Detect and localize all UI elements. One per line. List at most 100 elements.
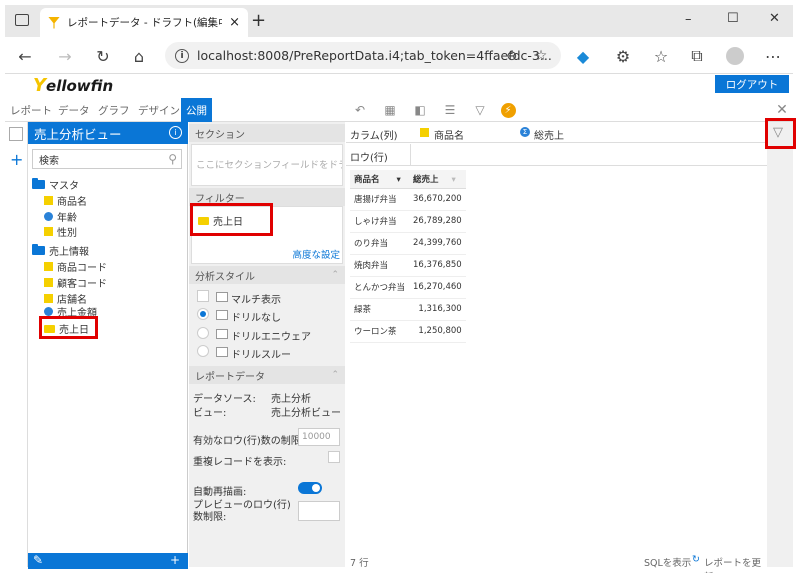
show-duplicates-checkbox[interactable] (328, 451, 340, 463)
cell-product: ウーロン茶 (350, 320, 410, 343)
add-icon[interactable]: + (10, 150, 23, 169)
drill-through-radio[interactable] (197, 345, 209, 357)
row-label: ロウ(行) (350, 153, 388, 164)
tab-publish[interactable]: 公開 (181, 98, 212, 122)
auto-refresh-label: 自動再描画: (193, 487, 247, 498)
column-field-total-sales[interactable]: 総売上 (534, 127, 564, 142)
filter-icon[interactable]: ▽ (471, 101, 489, 119)
field-item[interactable]: 商品コード (44, 259, 107, 274)
tab-graph[interactable]: グラフ (93, 98, 135, 122)
column-field-product[interactable]: 商品名 (434, 127, 464, 142)
cell-product: 緑茶 (350, 298, 410, 321)
minimize-button[interactable]: – (685, 12, 692, 27)
no-drill-radio[interactable] (197, 308, 209, 320)
back-icon[interactable]: ← (13, 44, 37, 68)
folder-master[interactable]: マスタ (32, 177, 79, 192)
multi-view-label: マルチ表示 (231, 295, 281, 306)
auto-refresh-toggle[interactable] (298, 482, 322, 494)
field-item[interactable]: 性別 (44, 224, 77, 239)
section-drop-zone[interactable]: ここにセクションフィールドをドラッグ (191, 144, 343, 186)
logo-text: ellowfin (46, 77, 114, 95)
favorites-icon[interactable]: ☆ (649, 44, 673, 68)
refresh-icon[interactable]: ↻ (692, 554, 700, 565)
collapse-icon[interactable]: ⌃ (331, 270, 339, 280)
table-header-product[interactable]: 商品名 ▾ (350, 170, 410, 189)
maximize-button[interactable]: ☐ (727, 11, 739, 26)
field-search-input[interactable]: 検索 ⚲ (32, 149, 182, 169)
drill-anywhere-icon (216, 329, 228, 339)
close-window-button[interactable]: ✕ (769, 11, 780, 26)
site-info-icon[interactable]: i (175, 48, 189, 63)
table-icon[interactable]: ▦ (381, 101, 399, 119)
column-drop-row[interactable]: カラム(列) 商品名 Σ 総売上 (346, 122, 793, 143)
analysis-style-header[interactable]: 分析スタイル ⌃ (189, 266, 345, 284)
browser-tab[interactable]: レポートデータ - ドラフト(編集中)レポ × (40, 8, 248, 37)
table-row: 焼肉弁当 16,376,850 (350, 254, 466, 277)
show-sql-link[interactable]: SQLを表示 (644, 555, 691, 569)
row-limit-input[interactable]: 10000 (298, 428, 340, 446)
field-item[interactable]: 年齢 (44, 209, 77, 224)
url-text: localhost:8008/PreReportData.i4;tab_toke… (197, 48, 552, 63)
drill-anywhere-radio[interactable] (197, 327, 209, 339)
add-field-icon[interactable]: + (170, 553, 180, 567)
reload-icon[interactable]: ↻ (91, 44, 115, 68)
layout-icon[interactable]: ◧ (411, 101, 429, 119)
app-tab-bar: レポート データ グラフ デザイン 公開 ↶ ▦ ◧ ☰ ▽ ⚡ ✕ (5, 98, 793, 122)
field-label: 店舗名 (57, 295, 87, 306)
multi-view-checkbox[interactable] (197, 290, 209, 302)
folder-label: マスタ (49, 181, 79, 192)
highlight-sales-date-field (39, 316, 98, 339)
report-data-header[interactable]: レポートデータ ⌃ (189, 366, 345, 384)
zoom-icon[interactable]: ⊖ (500, 44, 524, 68)
undo-icon[interactable]: ↶ (351, 101, 369, 119)
field-item[interactable]: 店舗名 (44, 291, 87, 306)
sort-desc-icon[interactable]: ▾ (396, 175, 400, 185)
logout-button[interactable]: ログアウト (715, 75, 789, 93)
field-item[interactable]: 顧客コード (44, 275, 107, 290)
profile-avatar[interactable] (723, 44, 747, 68)
new-tab-button[interactable]: + (251, 10, 266, 31)
row-count: 7 行 (350, 558, 369, 569)
preview-row-limit-label: プレビューのロウ(行)数制限: (193, 500, 291, 523)
collapse-icon[interactable]: ⌃ (331, 370, 339, 380)
tab-report[interactable]: レポート (5, 98, 57, 122)
close-editor-icon[interactable]: ✕ (773, 101, 791, 119)
more-menu-icon[interactable]: ⋯ (761, 44, 785, 68)
tab-actions-icon[interactable] (15, 14, 29, 26)
field-item[interactable]: 売上金額 (44, 306, 97, 316)
favorite-add-icon[interactable]: ☆ (529, 44, 553, 68)
grid-view-icon[interactable] (9, 127, 23, 141)
tab-design[interactable]: デザイン (133, 98, 185, 122)
table-row: ウーロン茶 1,250,800 (350, 320, 466, 343)
search-icon[interactable]: ⚲ (168, 152, 177, 166)
sort-icon[interactable]: ▾ (452, 175, 456, 185)
section-hint: ここにセクションフィールドをドラッグ (196, 160, 342, 171)
table-header-total-sales[interactable]: 総売上 ▾ (409, 170, 466, 189)
folder-icon (32, 244, 45, 255)
field-label: 顧客コード (57, 279, 107, 290)
section-header[interactable]: セクション (189, 124, 345, 142)
dimension-icon (44, 278, 53, 287)
info-icon[interactable]: i (169, 126, 182, 139)
shield-extension-icon[interactable]: ◆ (571, 44, 595, 68)
home-icon[interactable]: ⌂ (127, 44, 151, 68)
folder-sales[interactable]: 売上情報 (32, 243, 89, 258)
advanced-settings-link[interactable]: 高度な設定 (292, 247, 340, 261)
refresh-report-link[interactable]: レポートを更新 (704, 555, 767, 573)
dimension-icon (44, 227, 53, 236)
extensions-icon[interactable]: ⚙ (611, 44, 635, 68)
field-item[interactable]: 商品名 (44, 193, 87, 208)
row-limit-value: 10000 (302, 432, 331, 442)
list-icon[interactable]: ☰ (441, 101, 459, 119)
collections-icon[interactable]: ⧉ (685, 44, 709, 68)
tab-data[interactable]: データ (53, 98, 95, 122)
report-preview-panel: カラム(列) 商品名 Σ 総売上 ロウ(行) ▽ 商品名 ▾ 総売上 ▾ 唐揚げ… (346, 122, 793, 573)
table-row: しゃけ弁当 26,789,280 (350, 210, 466, 233)
view-title-bar: 売上分析ビュー i (28, 122, 188, 144)
tab-close-icon[interactable]: × (229, 15, 240, 30)
forward-icon[interactable]: → (53, 44, 77, 68)
row-drop-row[interactable]: ロウ(行) (346, 144, 793, 166)
edit-icon[interactable]: ✎ (33, 553, 43, 567)
lightning-icon[interactable]: ⚡ (499, 101, 517, 119)
preview-row-limit-input[interactable] (298, 501, 340, 521)
